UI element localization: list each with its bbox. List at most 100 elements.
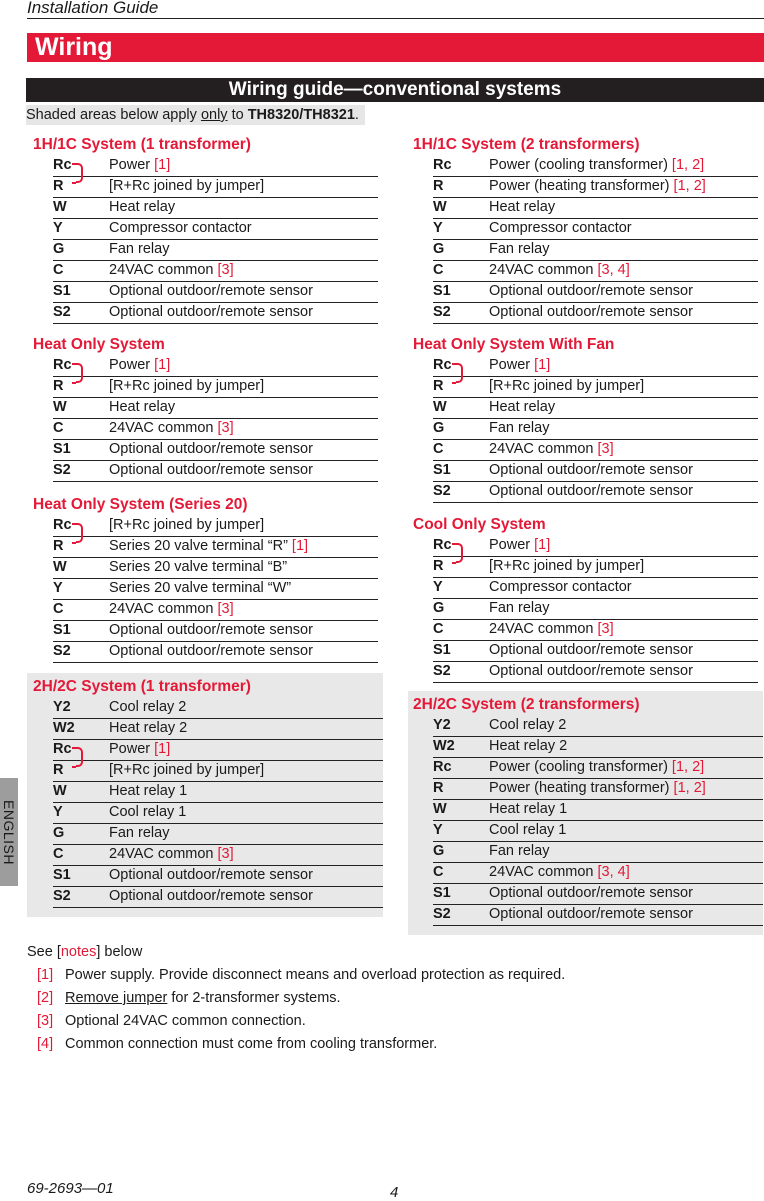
terminal-row: G Fan relay: [53, 824, 383, 845]
terminal-label: W: [53, 199, 67, 215]
description-text: Optional outdoor/remote sensor: [489, 283, 693, 299]
note-reference: [1, 2]: [673, 780, 706, 796]
terminal-row: S1 Optional outdoor/remote sensor: [433, 641, 758, 662]
description-text: Heat relay: [489, 399, 556, 415]
note-item: [4] Common connection must come from cool…: [27, 1033, 565, 1056]
description-text: [R+Rc joined by jumper]: [109, 178, 265, 194]
subsection-title: Wiring guide—conventional systems: [26, 78, 764, 102]
terminal-row: R [R+Rc joined by jumper]: [433, 557, 758, 578]
terminal-description: Fan relay: [489, 599, 758, 619]
terminal-row: C 24VAC common [3]: [53, 600, 378, 621]
description-text: Series 20 valve terminal “R”: [109, 538, 292, 554]
terminal-label: R: [433, 178, 444, 194]
terminal-description: Cool relay 2: [109, 698, 383, 718]
description-text: Power: [109, 741, 155, 757]
description-text: Optional outdoor/remote sensor: [109, 304, 313, 320]
wiring-block-heat-only-with-fan: Heat Only System With Fan Rc Power [1] R [R+…: [413, 334, 758, 503]
note-reference: [1, 2]: [671, 759, 705, 775]
description-text: Compressor contactor: [109, 220, 252, 236]
terminal-label: R: [53, 178, 64, 194]
terminal-description: [R+Rc joined by jumper]: [109, 516, 378, 536]
terminal-description: Power (heating transformer) [1, 2]: [489, 177, 758, 197]
terminal-row: S2 Optional outdoor/remote sensor: [53, 461, 378, 482]
terminal-row: W Heat relay: [53, 398, 378, 419]
block-title: Heat Only System With Fan: [413, 336, 615, 353]
terminal-label: S1: [433, 642, 451, 658]
terminal-label: G: [433, 600, 445, 616]
terminal-row: Rc Power [1]: [433, 536, 758, 564]
terminal-table: Rc Power (cooling transformer) [1, 2] R Pow…: [433, 156, 758, 324]
terminal-row: W2 Heat relay 2: [53, 719, 383, 740]
terminal-label: W: [433, 801, 447, 817]
description-text: 24VAC common: [109, 601, 218, 617]
terminal-description: Power [1]: [109, 740, 383, 760]
description-text: Power (cooling transformer): [489, 157, 672, 173]
terminal-description: Optional outdoor/remote sensor: [489, 303, 758, 323]
terminal-label: Y: [433, 220, 443, 236]
terminal-row: S1 Optional outdoor/remote sensor: [433, 461, 758, 482]
description-text: Fan relay: [109, 825, 170, 841]
terminal-description: Optional outdoor/remote sensor: [489, 482, 758, 502]
terminal-label: W2: [53, 720, 75, 736]
terminal-label: W2: [433, 738, 455, 754]
terminal-row: C 24VAC common [3]: [433, 440, 758, 461]
description-text: Power: [109, 157, 155, 173]
block-title: 1H/1C System (1 transformer): [33, 136, 251, 153]
note-reference: [3]: [217, 601, 234, 617]
terminal-description: Optional outdoor/remote sensor: [109, 303, 378, 323]
terminal-label: W: [53, 559, 67, 575]
note-reference: [3]: [217, 420, 234, 436]
block-title: Heat Only System (Series 20): [33, 496, 248, 513]
terminal-row: G Fan relay: [53, 240, 378, 261]
terminal-description: 24VAC common [3]: [109, 600, 378, 620]
terminal-description: Optional outdoor/remote sensor: [109, 887, 383, 907]
notes-intro-suffix: ] below: [96, 944, 143, 960]
description-text: Heat relay: [489, 199, 556, 215]
terminal-row: Rc Power [1]: [53, 356, 378, 384]
description-text: Cool relay 2: [489, 717, 567, 733]
terminal-row: S2 Optional outdoor/remote sensor: [53, 303, 378, 324]
note-text: Optional 24VAC common connection.: [65, 1013, 306, 1029]
description-text: Optional outdoor/remote sensor: [489, 642, 693, 658]
terminal-label: G: [433, 843, 445, 859]
terminal-description: Optional outdoor/remote sensor: [489, 641, 758, 661]
description-text: Optional outdoor/remote sensor: [109, 283, 313, 299]
description-text: Power: [489, 537, 535, 553]
description-text: Fan relay: [109, 241, 170, 257]
terminal-label: W: [433, 199, 447, 215]
note-reference: [1]: [291, 538, 309, 554]
block-title: Heat Only System: [33, 336, 165, 353]
terminal-row: W Heat relay: [53, 198, 378, 219]
terminal-label: Rc: [433, 157, 452, 173]
terminal-label: R: [433, 558, 444, 574]
terminal-description: [R+Rc joined by jumper]: [489, 557, 758, 577]
terminal-description: Compressor contactor: [489, 219, 758, 239]
note-number: [4]: [37, 1036, 54, 1052]
terminal-row: S2 Optional outdoor/remote sensor: [53, 887, 383, 908]
shade-note-middle: to: [227, 107, 248, 123]
note-reference: [3]: [597, 621, 614, 637]
terminal-description: Optional outdoor/remote sensor: [109, 866, 383, 886]
terminal-description: 24VAC common [3]: [489, 620, 758, 640]
terminal-description: Series 20 valve terminal “W”: [109, 579, 378, 599]
terminal-label: S2: [53, 888, 71, 904]
note-reference: [1]: [154, 357, 171, 373]
terminal-label: R: [53, 762, 64, 778]
terminal-row: G Fan relay: [433, 599, 758, 620]
terminal-row: C 24VAC common [3, 4]: [433, 863, 763, 884]
note-reference: [3]: [217, 846, 234, 862]
terminal-row: Rc Power (cooling transformer) [1, 2]: [433, 156, 758, 177]
terminal-label: G: [433, 420, 445, 436]
terminal-row: Rc Power [1]: [53, 156, 378, 184]
language-tab-label: ENGLISH: [1, 799, 17, 865]
description-text: Power: [109, 357, 155, 373]
description-text: Power (heating transformer): [489, 780, 674, 796]
terminal-description: 24VAC common [3, 4]: [489, 863, 763, 883]
description-text: Optional outdoor/remote sensor: [489, 663, 693, 679]
wiring-block-1h1c-1-transformer: 1H/1C System (1 transformer) Rc Power [1] R…: [33, 134, 378, 324]
terminal-label: S1: [53, 441, 71, 457]
note-item: [3] Optional 24VAC common connection.: [27, 1010, 565, 1033]
terminal-row: Y Series 20 valve terminal “W”: [53, 579, 378, 600]
terminal-table: Y2 Cool relay 2 W2 Heat relay 2 Rc Power [1] R…: [53, 698, 383, 908]
terminal-description: 24VAC common [3]: [109, 845, 383, 865]
